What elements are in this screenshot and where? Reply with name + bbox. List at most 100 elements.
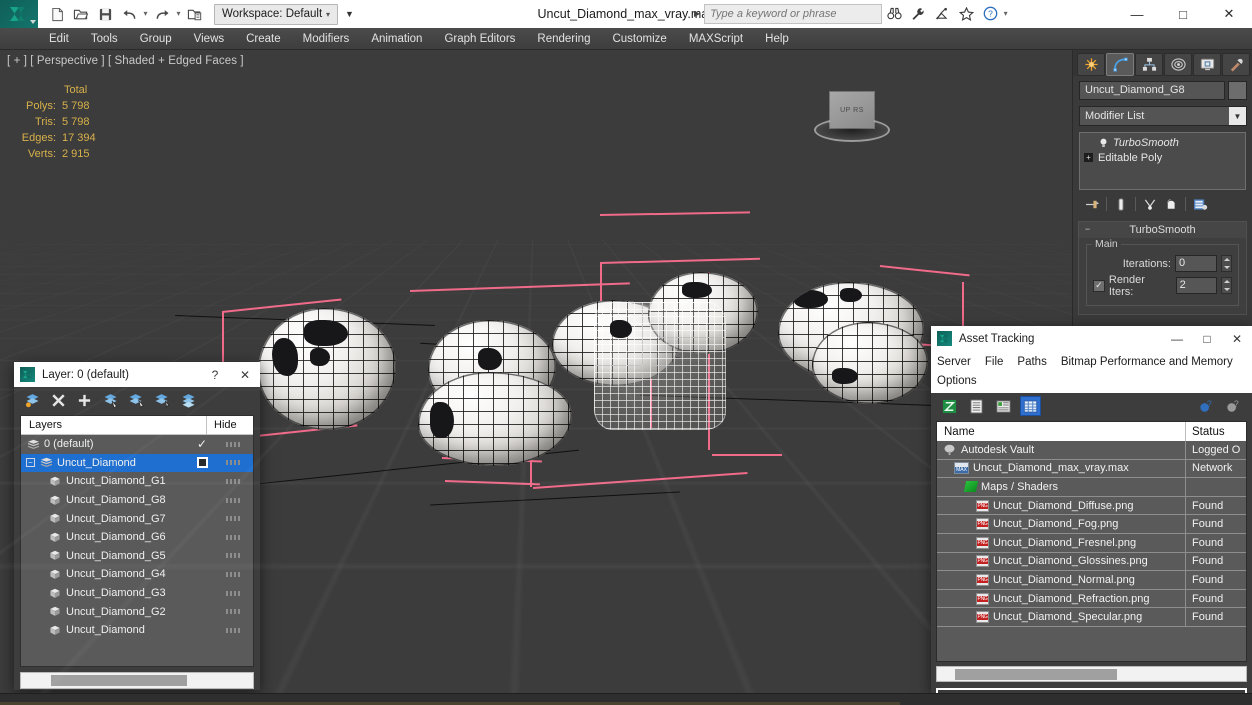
menu-item-views[interactable]: Views [183, 28, 235, 50]
light-bulb-icon[interactable] [1098, 137, 1108, 148]
menu-item-rendering[interactable]: Rendering [526, 28, 601, 50]
create-new-layer-icon[interactable] [24, 392, 41, 409]
modifier-stack-item-editable-poly[interactable]: + Editable Poly [1080, 150, 1245, 165]
modifier-stack[interactable]: TurboSmooth + Editable Poly [1079, 132, 1246, 190]
view-cube-box[interactable]: UP RS [830, 92, 874, 128]
layer-row[interactable]: 0 (default) ✓ [21, 435, 253, 454]
select-highlighted-objects-icon[interactable] [128, 392, 145, 409]
help-dropdown-icon[interactable]: ▾ [1002, 3, 1009, 25]
asset-menu-bitmap-performance-and-memory[interactable]: Bitmap Performance and Memory [1061, 356, 1242, 368]
asset-row[interactable]: Uncut_Diamond_Normal.png Found [937, 571, 1246, 590]
asset-rows-container[interactable]: Autodesk Vault Logged O Uncut_Diamond_max_… [937, 441, 1246, 661]
redo-dropdown-icon[interactable]: ▾ [175, 3, 182, 25]
layer-dialog-close-button[interactable]: ✕ [230, 362, 260, 387]
satellite-icon[interactable] [930, 3, 954, 25]
menu-item-customize[interactable]: Customize [601, 28, 677, 50]
close-button[interactable]: ✕ [1206, 0, 1252, 28]
modify-tab[interactable] [1106, 53, 1134, 76]
search-input[interactable] [704, 3, 883, 24]
undo-dropdown-icon[interactable]: ▾ [142, 3, 149, 25]
layer-row[interactable]: Uncut_Diamond_G3 [21, 584, 253, 603]
render-iters-spinner[interactable] [1221, 277, 1232, 294]
menu-item-graph-editors[interactable]: Graph Editors [433, 28, 526, 50]
layer-row[interactable]: Uncut_Diamond_G1 [21, 472, 253, 491]
highlight-selected-objects-icon[interactable] [154, 392, 171, 409]
workspace-selector[interactable]: Workspace: Default ▾ [214, 3, 338, 25]
asset-menu-paths[interactable]: Paths [1017, 356, 1055, 368]
iterations-input[interactable]: 0 [1175, 255, 1217, 272]
application-menu-button[interactable] [0, 0, 38, 28]
asset-row[interactable]: Uncut_Diamond_Diffuse.png Found [937, 496, 1246, 516]
object-color-swatch[interactable] [1228, 81, 1247, 100]
menu-item-tools[interactable]: Tools [80, 28, 129, 50]
asset-dialog-minimize-button[interactable]: — [1162, 326, 1192, 351]
layer-row[interactable]: Uncut_Diamond_G8 [21, 491, 253, 510]
help-blue-icon[interactable]: ? [1196, 396, 1217, 416]
rollout-header[interactable]: − TurboSmooth [1079, 222, 1246, 238]
layer-row[interactable]: Uncut_Diamond_G2 [21, 602, 253, 621]
refresh-assets-icon[interactable] [939, 396, 960, 416]
chevron-down-icon[interactable]: ▼ [1229, 107, 1246, 125]
grid-view-icon[interactable] [1020, 396, 1041, 416]
asset-row[interactable]: Uncut_Diamond_Fog.png Found [937, 515, 1246, 534]
pin-stack-icon[interactable] [1082, 195, 1102, 213]
select-objects-in-layer-icon[interactable] [102, 392, 119, 409]
motion-tab[interactable] [1164, 53, 1192, 76]
diamond-mesh-object[interactable] [812, 322, 928, 404]
remove-modifier-icon[interactable] [1161, 195, 1181, 213]
binoculars-icon[interactable] [882, 3, 906, 25]
help-gray-icon[interactable]: ? [1223, 396, 1244, 416]
layer-row[interactable]: Uncut_Diamond_G7 [21, 509, 253, 528]
help-circle-icon[interactable]: ? [978, 3, 1002, 25]
render-iters-input[interactable]: 2 [1175, 277, 1218, 294]
iterations-spinner[interactable] [1221, 255, 1232, 272]
workspace-dropdown-icon[interactable]: ▼ [340, 9, 354, 19]
maximize-button[interactable]: □ [1160, 0, 1206, 28]
layer-horizontal-scrollbar[interactable] [20, 672, 254, 689]
layer-list[interactable]: Layers Hide 0 (default) ✓ − Uncut_Diamond Un… [20, 415, 254, 667]
asset-row[interactable]: Uncut_Diamond_Glossines.png Found [937, 552, 1246, 572]
layer-rows-container[interactable]: 0 (default) ✓ − Uncut_Diamond Uncut_Diamond_… [21, 435, 253, 666]
display-tab[interactable] [1193, 53, 1221, 76]
asset-menu-options[interactable]: Options [937, 375, 986, 387]
asset-row[interactable]: Uncut_Diamond_Specular.png Found [937, 608, 1246, 627]
asset-row[interactable]: Uncut_Diamond_max_vray.max Network [937, 459, 1246, 479]
menu-item-edit[interactable]: Edit [38, 28, 80, 50]
layer-dialog-titlebar[interactable]: Layer: 0 (default) ? ✕ [14, 362, 260, 387]
make-unique-icon[interactable] [1140, 195, 1160, 213]
detail-view-icon[interactable] [993, 396, 1014, 416]
undo-icon[interactable] [118, 3, 140, 25]
diamond-mesh-object[interactable] [418, 372, 572, 466]
scrollbar-thumb[interactable] [955, 668, 1117, 680]
show-end-result-icon[interactable] [1111, 195, 1131, 213]
asset-row[interactable]: Uncut_Diamond_Refraction.png Found [937, 589, 1246, 609]
menu-item-animation[interactable]: Animation [360, 28, 433, 50]
wrench-icon[interactable] [906, 3, 930, 25]
asset-dialog-close-button[interactable]: ✕ [1222, 326, 1252, 351]
collapse-icon[interactable]: − [1083, 225, 1092, 234]
new-file-icon[interactable] [46, 3, 68, 25]
modifier-list-dropdown[interactable]: Modifier List ▼ [1079, 106, 1247, 126]
layer-dialog[interactable]: Layer: 0 (default) ? ✕ Layers Hide 0 (de… [14, 362, 260, 690]
star-icon[interactable] [954, 3, 978, 25]
project-folder-icon[interactable] [184, 3, 206, 25]
minimize-button[interactable]: — [1114, 0, 1160, 28]
view-cube[interactable]: UP RS [808, 82, 894, 150]
object-name-field[interactable]: Uncut_Diamond_G8 [1079, 81, 1225, 100]
modifier-stack-item-turbosmooth[interactable]: TurboSmooth [1080, 135, 1245, 150]
utilities-tab[interactable] [1222, 53, 1250, 76]
hide-checkbox[interactable] [196, 457, 208, 469]
create-tab[interactable] [1077, 53, 1105, 76]
layer-dialog-help-button[interactable]: ? [200, 362, 230, 387]
configure-modifier-sets-icon[interactable] [1190, 195, 1210, 213]
workspace-caret-icon[interactable]: ▾ [323, 10, 333, 19]
asset-row[interactable]: Uncut_Diamond_Fresnel.png Found [937, 533, 1246, 553]
asset-tracking-dialog[interactable]: Asset Tracking — □ ✕ Server File Paths Bitm… [931, 326, 1252, 705]
search-expand-icon[interactable]: ▶ [690, 9, 704, 18]
list-view-icon[interactable] [966, 396, 987, 416]
layer-row[interactable]: Uncut_Diamond_G5 [21, 547, 253, 566]
asset-dialog-maximize-button[interactable]: □ [1192, 326, 1222, 351]
asset-row[interactable]: Maps / Shaders [937, 478, 1246, 497]
layer-row[interactable]: − Uncut_Diamond [21, 453, 253, 473]
render-iters-checkbox[interactable]: ✓ [1093, 279, 1105, 292]
